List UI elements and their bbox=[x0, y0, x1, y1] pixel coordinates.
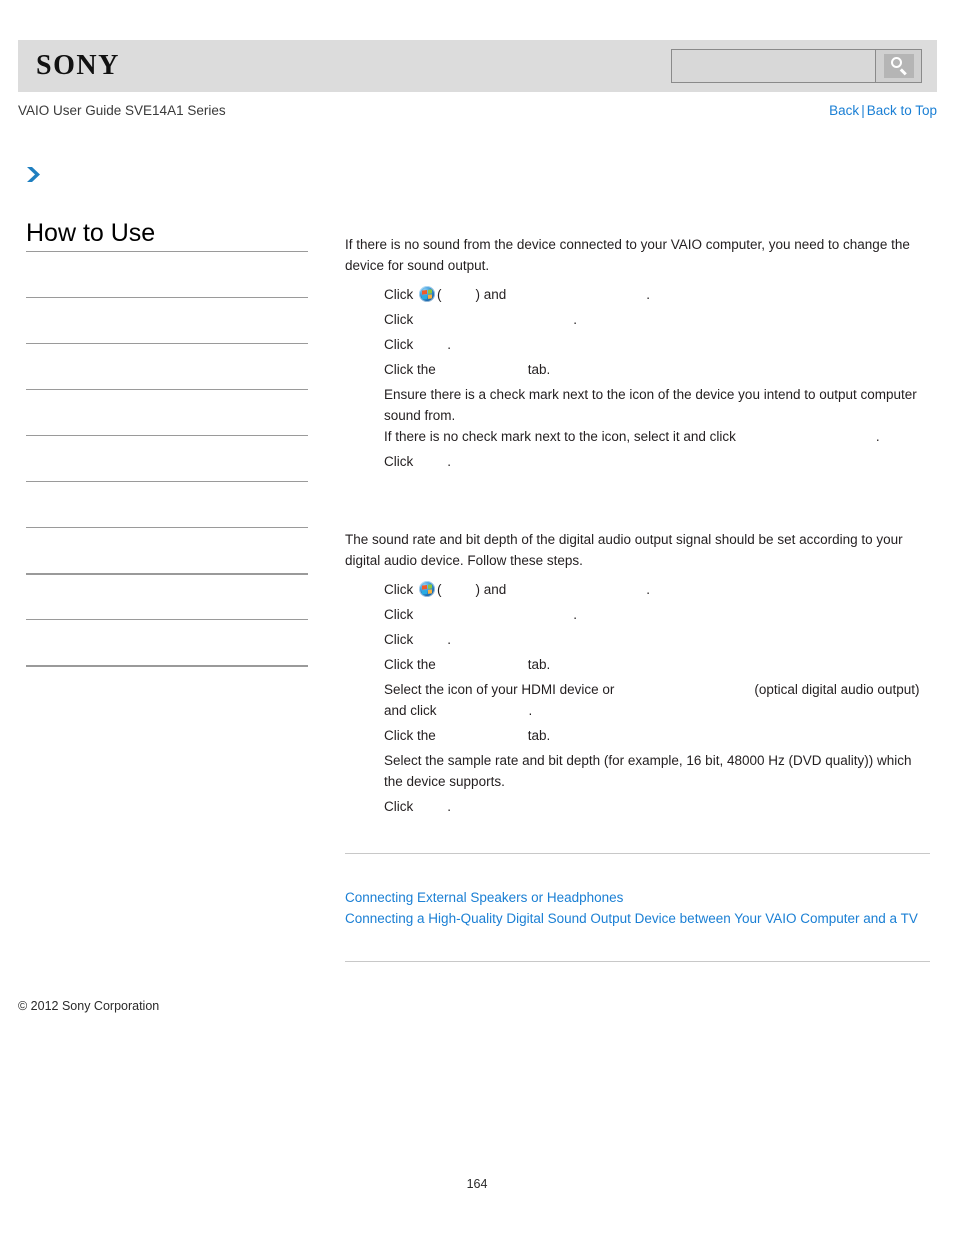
search-input[interactable] bbox=[672, 50, 875, 82]
step-text: tab. bbox=[527, 728, 551, 743]
step-text: Click bbox=[384, 632, 414, 647]
step-text: Click bbox=[384, 582, 414, 597]
sidebar-item-3[interactable] bbox=[26, 343, 308, 389]
sidebar-item-label bbox=[26, 390, 308, 396]
step-item: Click the tab. bbox=[345, 654, 930, 675]
step-item: Click ( ) and. bbox=[345, 579, 930, 600]
step-text: . bbox=[447, 454, 452, 469]
guide-title-row: VAIO User Guide SVE14A1 Series Back | Back… bbox=[18, 101, 937, 121]
step-text: (optical digital audio output) bbox=[754, 682, 920, 697]
header-nav-links: Back | Back to Top bbox=[829, 101, 937, 121]
back-to-top-link[interactable]: Back to Top bbox=[867, 103, 937, 118]
sony-logo: SONY bbox=[36, 50, 120, 81]
step-item: Click. bbox=[345, 604, 930, 625]
step-text: Click bbox=[384, 607, 414, 622]
step-text: . bbox=[573, 312, 578, 327]
step-text: Select the icon of your HDMI device or bbox=[384, 682, 615, 697]
nav-separator: | bbox=[861, 103, 865, 118]
sidebar-item-label bbox=[26, 298, 308, 304]
step-text: Click the bbox=[384, 362, 436, 377]
step-text: tab. bbox=[527, 362, 551, 377]
section2-steps: Click ( ) and. Click. Click. Click the tab… bbox=[345, 579, 930, 817]
step-text: Click bbox=[384, 287, 414, 302]
sidebar-item-label bbox=[26, 575, 308, 581]
sidebar-item-9[interactable] bbox=[26, 619, 308, 665]
step-text: If there is no check mark next to the ic… bbox=[384, 429, 736, 444]
sidebar-item-8[interactable] bbox=[26, 573, 308, 619]
step-item: Ensure there is a check mark next to the… bbox=[345, 384, 930, 447]
sidebar-item-label bbox=[26, 528, 308, 534]
related-topics-divider-top bbox=[345, 853, 930, 854]
related-link[interactable]: Connecting a High-Quality Digital Sound … bbox=[345, 908, 930, 929]
related-topics-divider-bottom bbox=[345, 961, 930, 962]
copyright-text: © 2012 Sony Corporation bbox=[18, 999, 160, 1013]
back-link[interactable]: Back bbox=[829, 103, 859, 118]
sidebar-heading: How to Use bbox=[26, 219, 156, 247]
step-text: and click bbox=[384, 703, 437, 718]
step-text: . bbox=[447, 799, 452, 814]
page-title: VAIO User Guide SVE14A1 Series bbox=[18, 103, 226, 118]
step-text: . bbox=[447, 632, 452, 647]
step-text: Select the sample rate and bit depth (fo… bbox=[384, 753, 912, 789]
step-item: Select the icon of your HDMI device or (o… bbox=[345, 679, 930, 721]
step-text: ( bbox=[437, 582, 442, 597]
step-text: Click bbox=[384, 799, 414, 814]
sidebar-item-6[interactable] bbox=[26, 481, 308, 527]
breadcrumb bbox=[22, 162, 48, 188]
step-text: . bbox=[573, 607, 578, 622]
step-item: Click. bbox=[345, 309, 930, 330]
sidebar-item-label bbox=[26, 482, 308, 488]
sidebar-item-10[interactable] bbox=[26, 665, 308, 711]
related-topics-list: Connecting External Speakers or Headphon… bbox=[345, 887, 930, 929]
step-item: Select the sample rate and bit depth (fo… bbox=[345, 750, 930, 792]
search-box bbox=[671, 49, 922, 83]
step-item: Click ( ) and. bbox=[345, 284, 930, 305]
windows-start-orb-icon bbox=[419, 286, 436, 302]
sidebar-item-label bbox=[26, 252, 308, 258]
step-text: Click bbox=[384, 454, 414, 469]
step-item: Click. bbox=[345, 451, 930, 472]
sidebar-item-4[interactable] bbox=[26, 389, 308, 435]
step-text: . bbox=[447, 337, 452, 352]
search-icon bbox=[883, 54, 914, 78]
step-item: Click the tab. bbox=[345, 725, 930, 746]
step-item: Click. bbox=[345, 629, 930, 650]
sidebar-item-5[interactable] bbox=[26, 435, 308, 481]
sidebar-item-7[interactable] bbox=[26, 527, 308, 573]
windows-start-orb-icon bbox=[419, 581, 436, 597]
step-text: . bbox=[875, 429, 880, 444]
related-link[interactable]: Connecting External Speakers or Headphon… bbox=[345, 887, 930, 908]
step-text: Click the bbox=[384, 728, 436, 743]
site-header: SONY bbox=[18, 40, 937, 92]
section1-intro: If there is no sound from the device con… bbox=[345, 237, 910, 273]
page-number: 164 bbox=[466, 1177, 488, 1191]
step-text: . bbox=[646, 582, 651, 597]
sidebar-item-1[interactable] bbox=[26, 251, 308, 297]
step-text: Ensure there is a check mark next to the… bbox=[384, 387, 917, 423]
step-text: Click the bbox=[384, 657, 436, 672]
step-text: Click bbox=[384, 312, 414, 327]
search-button[interactable] bbox=[875, 50, 921, 82]
sidebar-item-label bbox=[26, 436, 308, 442]
sidebar-item-label bbox=[26, 344, 308, 350]
step-item: Click. bbox=[345, 334, 930, 355]
sidebar-item-label bbox=[26, 667, 308, 673]
step-text: . bbox=[528, 703, 533, 718]
sidebar-item-label bbox=[26, 620, 308, 626]
step-text: tab. bbox=[527, 657, 551, 672]
section2-intro: The sound rate and bit depth of the digi… bbox=[345, 532, 903, 568]
step-item: Click the tab. bbox=[345, 359, 930, 380]
section1-steps: Click ( ) and. Click. Click. Click the tab… bbox=[345, 284, 930, 472]
step-item: Click. bbox=[345, 796, 930, 817]
sidebar: How to Use bbox=[26, 218, 308, 711]
step-text: Click bbox=[384, 337, 414, 352]
step-text: ( bbox=[437, 287, 442, 302]
step-text: . bbox=[646, 287, 651, 302]
step-text: ) and bbox=[475, 287, 507, 302]
step-text: ) and bbox=[475, 582, 507, 597]
main-content: If there is no sound from the device con… bbox=[345, 234, 930, 962]
chevron-right-icon bbox=[27, 167, 40, 182]
sidebar-item-2[interactable] bbox=[26, 297, 308, 343]
